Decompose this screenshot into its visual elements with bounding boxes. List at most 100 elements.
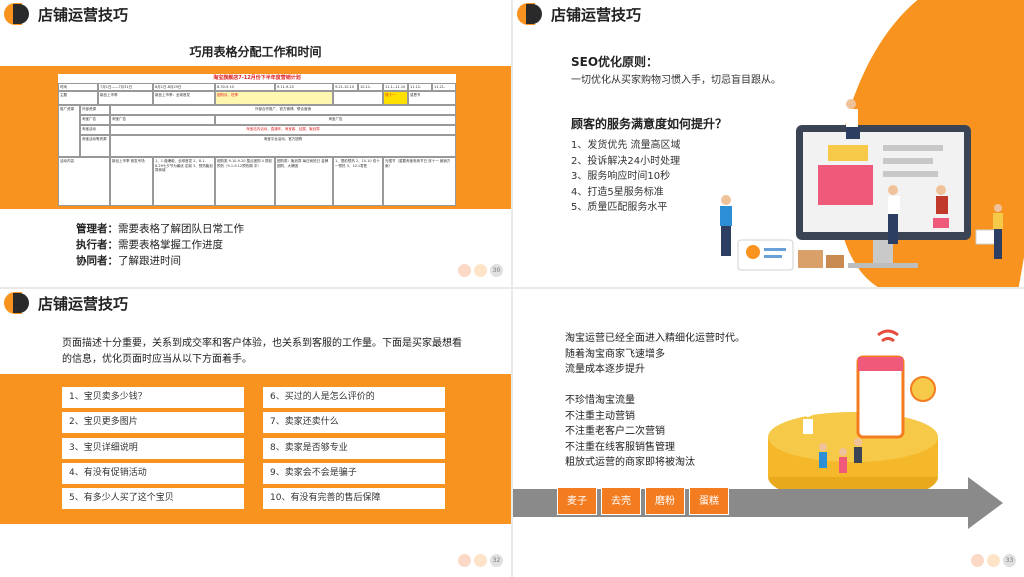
body-text: 淘宝运营已经全面进入精细化运营时代。 随着淘宝商家飞速增多 流量成本逐步提升 不… (565, 331, 745, 471)
info-box: 3、宝贝详细说明 (62, 438, 244, 459)
table-cell: 活动内容 (58, 157, 110, 206)
slide-4[interactable]: 淘宝运营已经全面进入精细化运营时代。 随着淘宝商家飞速增多 流量成本逐步提升 不… (513, 289, 1024, 577)
table-cell: 8月1日-8月29日 (153, 83, 215, 91)
table-title: 淘宝旗舰店7-12月份下半年度营销计划 (213, 75, 301, 81)
table-cell: 淘宝活动 (80, 125, 110, 135)
role-text: 了解跟进时间 (118, 255, 181, 267)
slide-header: 店铺运营技巧 (513, 0, 641, 28)
table-cell: 新品上市季：全球首发 (153, 91, 215, 105)
table-cell: 11.21-11.30 (432, 83, 456, 91)
dot-icon (474, 264, 487, 277)
logo-icon (4, 292, 32, 314)
table-cell: 淘宝平台活动，官方团购 (110, 135, 456, 157)
marketing-plan-table: 淘宝旗舰店7-12月份下半年度营销计划 时间 7月1日——7月31日 8月1日-… (58, 74, 456, 206)
slide-1[interactable]: 店铺运营技巧 巧用表格分配工作和时间 淘宝旗舰店7-12月份下半年度营销计划 时… (0, 0, 511, 287)
text-line: 随着淘宝商家飞速增多 (565, 348, 665, 360)
table-cell: 光棍节（重要淘宝电商节日 双十一 营销方案） (383, 157, 456, 206)
table-cell: 9.21-10.10 (333, 83, 358, 91)
table-cell: 时间 (58, 83, 98, 91)
tag-shell: 去壳 (601, 487, 641, 515)
page-indicator: 33 (971, 554, 1016, 567)
slide-grid: 店铺运营技巧 巧用表格分配工作和时间 淘宝旗舰店7-12月份下半年度营销计划 时… (0, 0, 1024, 577)
page-indicator: 30 (458, 264, 503, 277)
slide-header: 店铺运营技巧 (0, 289, 128, 317)
table-cell: 淘宝广告 (215, 115, 456, 125)
table-cell: 外部资源 (80, 105, 110, 115)
role-label: 管理者： (76, 223, 118, 235)
table-cell: 推广资源 (58, 105, 80, 157)
list-item: 2、投诉解决24小时处理 (571, 155, 681, 167)
dot-icon (458, 264, 471, 277)
info-box: 1、宝贝卖多少钱？ (62, 387, 244, 408)
table-cell: 淘宝广告 (110, 115, 215, 125)
text-line: 不珍惜淘宝流量 (565, 395, 635, 406)
slide-header: 店铺运营技巧 (0, 0, 128, 28)
text-line: 不注重主动营销 (565, 410, 635, 422)
table-cell: 外部合作推广，官方微博、联合营销 (110, 105, 456, 115)
slide-subtitle: 巧用表格分配工作和时间 (189, 45, 322, 59)
logo-icon (4, 3, 32, 25)
question-title: 顾客的服务满意度如何提升？ (571, 117, 728, 131)
page-number: 32 (490, 554, 503, 567)
tag-cake: 蛋糕 (689, 487, 729, 515)
role-item: 执行者：需要表格掌握工作进度 (76, 237, 244, 253)
info-box: 7、卖家还卖什么 (263, 412, 445, 433)
table-cell: 1、1.做爆款、全球首发 2、8.1-8.29七夕节为最优 定制 3、预热聚划算… (153, 157, 215, 206)
table-cell: 11.1--11.10 (383, 83, 408, 91)
page-number: 33 (1003, 554, 1016, 567)
table-cell: 9.11-9.20 (275, 83, 333, 91)
table-cell: 1、提前预热 2、10.10 双十一预热 3、10.1零售 (333, 157, 383, 206)
dot-icon (971, 554, 984, 567)
table-cell: 淘宝广告 (80, 115, 110, 125)
info-box: 6、买过的人是怎么评价的 (263, 387, 445, 408)
text-line: 不注重在线客服销售管理 (565, 441, 675, 453)
header-title: 店铺运营技巧 (38, 294, 129, 313)
dot-icon (458, 554, 471, 567)
dot-icon (987, 554, 1000, 567)
text-line: 不注重老客户二次营销 (565, 426, 665, 437)
logo-icon (517, 3, 545, 25)
role-item: 协同者：了解跟进时间 (76, 253, 244, 269)
page-number: 30 (490, 264, 503, 277)
seo-text: 一切优化从买家购物习惯入手，切忌盲目跟从。 (571, 75, 781, 86)
page-indicator: 32 (458, 554, 503, 567)
slide-3[interactable]: 店铺运营技巧 页面描述十分重要，关系到成交率和客户体验，也关系到客服的工作量。下… (0, 289, 511, 577)
info-box: 2、宝贝更多图片 (62, 412, 244, 433)
tag-wheat: 麦子 (557, 487, 597, 515)
intro-text: 页面描述十分重要，关系到成交率和客户体验，也关系到客服的工作量。下面是买家最想看… (62, 338, 462, 365)
list-item: 1、发货优先 流量高区域 (571, 140, 681, 151)
table-cell: 团购类 9.10-9.20 整点团购 4 提前预热（9.1-9.12预热期 中） (215, 157, 275, 206)
dot-icon (474, 554, 487, 567)
list-item: 4、打造5星服务标准 (571, 186, 664, 198)
role-text: 需要表格了解团队日常工作 (118, 223, 244, 235)
table-grid: 时间 7月1日——7月31日 8月1日-8月29日 8.30-9.10 9.11… (58, 83, 456, 206)
table-cell: 11.12-11.20 (408, 83, 432, 91)
table-cell: 7月1日——7月31日 (98, 83, 153, 91)
table-cell (333, 91, 383, 105)
table-cell: 双十一 (383, 91, 408, 105)
role-label: 执行者： (76, 239, 118, 251)
role-label: 协同者： (76, 255, 118, 267)
slide-2[interactable]: 店铺运营技巧 SEO优化原则： 一切优化从买家购物习惯入手，切忌盲目跟从。 顾客… (513, 0, 1024, 287)
header-title: 店铺运营技巧 (551, 5, 642, 24)
table-cell: 淘宝活动等资源 (80, 135, 110, 157)
info-box: 4、有没有促销活动 (62, 463, 244, 484)
table-cell: 新品上市季 (98, 91, 153, 105)
info-box: 9、卖家会不会是骗子 (263, 463, 445, 484)
info-box: 8、卖家是否够专业 (263, 438, 445, 459)
monitor-team-illustration (720, 99, 1003, 271)
table-cell: 淘宝站内活动，直通车、淘宝客、钻展、聚划算 (110, 125, 456, 135)
table-cell: 主题 (58, 91, 98, 105)
seo-title: SEO优化原则： (571, 55, 659, 69)
table-cell: 8.30-9.10 (215, 83, 275, 91)
list-item: 3、服务响应时间10秒 (571, 171, 671, 182)
table-cell: 10.11-10.31 (358, 83, 383, 91)
text-line: 流量成本逐步提升 (565, 364, 645, 375)
info-box: 10、有没有完善的售后保障 (263, 488, 445, 509)
table-cell: 新品上市季 首发专场 (110, 157, 153, 206)
tag-grind: 磨粉 (645, 487, 685, 515)
table-cell: 感恩节 (408, 91, 456, 105)
role-text: 需要表格掌握工作进度 (118, 239, 223, 251)
table-cell: 团购类：聚划算 每日疯抢日 金牌团购，大牌团 (275, 157, 333, 206)
table-cell: 团购月、旺季 (215, 91, 333, 105)
